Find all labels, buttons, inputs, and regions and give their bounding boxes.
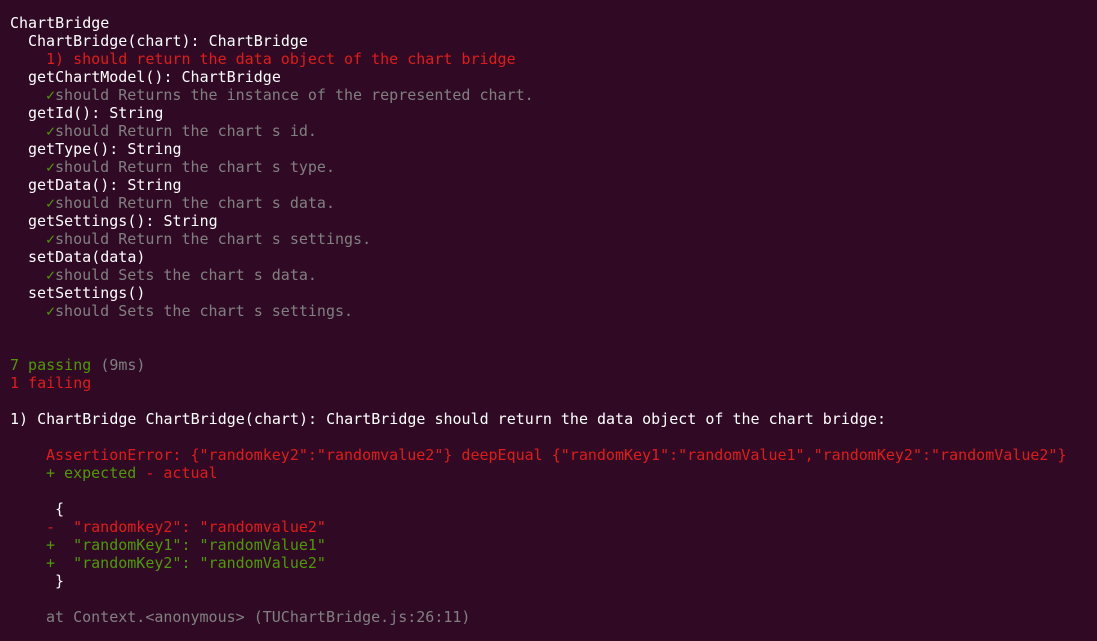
- test-title: should Sets the chart s settings.: [55, 302, 354, 320]
- group-heading: setSettings(): [28, 284, 146, 302]
- legend-expected: + expected: [46, 464, 137, 482]
- group-heading: ChartBridge(chart): ChartBridge: [28, 32, 308, 50]
- assertion-error: AssertionError: {"randomkey2":"randomval…: [46, 446, 1067, 464]
- passing-summary: 7 passing (9ms): [10, 356, 145, 374]
- suite-title: ChartBridge: [10, 14, 110, 32]
- group-heading: getType(): String: [28, 140, 182, 158]
- test-title: should Sets the chart s data.: [55, 266, 317, 284]
- passed-test: ✓should Return the chart s settings.: [46, 230, 371, 248]
- failure-title: 1) ChartBridge ChartBridge(chart): Chart…: [10, 410, 886, 428]
- check-icon: ✓: [46, 158, 56, 176]
- passed-test: ✓should Sets the chart s data.: [46, 266, 317, 284]
- passed-test: ✓should Return the chart s type.: [46, 158, 335, 176]
- diff-legend: + expected - actual: [46, 464, 218, 482]
- diff-close-brace: }: [55, 572, 65, 590]
- diff-line-added: + "randomKey2": "randomValue2": [46, 554, 326, 572]
- check-icon: ✓: [46, 230, 56, 248]
- legend-actual: - actual: [145, 464, 218, 482]
- fail-marker: 1): [46, 50, 65, 68]
- check-icon: ✓: [46, 194, 56, 212]
- group-heading: getChartModel(): ChartBridge: [28, 68, 281, 86]
- test-title: should Returns the instance of the repre…: [55, 86, 534, 104]
- diff-sign: -: [46, 518, 56, 536]
- diff-sign: +: [46, 554, 56, 572]
- check-icon: ✓: [46, 266, 56, 284]
- test-title: should Return the chart s data.: [55, 194, 335, 212]
- test-title: should Return the chart s id.: [55, 122, 317, 140]
- test-title: should return the data object of the cha…: [73, 50, 516, 68]
- failed-test: 1) should return the data object of the …: [46, 50, 516, 68]
- check-icon: ✓: [46, 302, 56, 320]
- diff-line-removed: - "randomkey2": "randomvalue2": [46, 518, 326, 536]
- group-heading: getData(): String: [28, 176, 182, 194]
- group-heading: setData(data): [28, 248, 146, 266]
- terminal-window[interactable]: ChartBridge ChartBridge(chart): ChartBri…: [0, 0, 1097, 641]
- diff-open-brace: {: [55, 500, 65, 518]
- group-heading: getSettings(): String: [28, 212, 218, 230]
- group-heading: getId(): String: [28, 104, 164, 122]
- check-icon: ✓: [46, 86, 56, 104]
- test-title: should Return the chart s type.: [55, 158, 335, 176]
- check-icon: ✓: [46, 122, 56, 140]
- passed-test: ✓should Sets the chart s settings.: [46, 302, 353, 320]
- diff-sign: +: [46, 536, 56, 554]
- passing-count: 7 passing: [10, 356, 92, 374]
- passed-test: ✓should Return the chart s data.: [46, 194, 335, 212]
- diff-text: "randomKey1": "randomValue1": [73, 536, 326, 554]
- passed-test: ✓should Return the chart s id.: [46, 122, 317, 140]
- failing-count: 1 failing: [10, 374, 92, 392]
- diff-line-added: + "randomKey1": "randomValue1": [46, 536, 326, 554]
- diff-text: "randomKey2": "randomValue2": [73, 554, 326, 572]
- passed-test: ✓should Returns the instance of the repr…: [46, 86, 534, 104]
- diff-text: "randomkey2": "randomvalue2": [73, 518, 326, 536]
- stack-trace: at Context.<anonymous> (TUChartBridge.js…: [46, 608, 471, 626]
- duration: (9ms): [100, 356, 146, 374]
- test-title: should Return the chart s settings.: [55, 230, 372, 248]
